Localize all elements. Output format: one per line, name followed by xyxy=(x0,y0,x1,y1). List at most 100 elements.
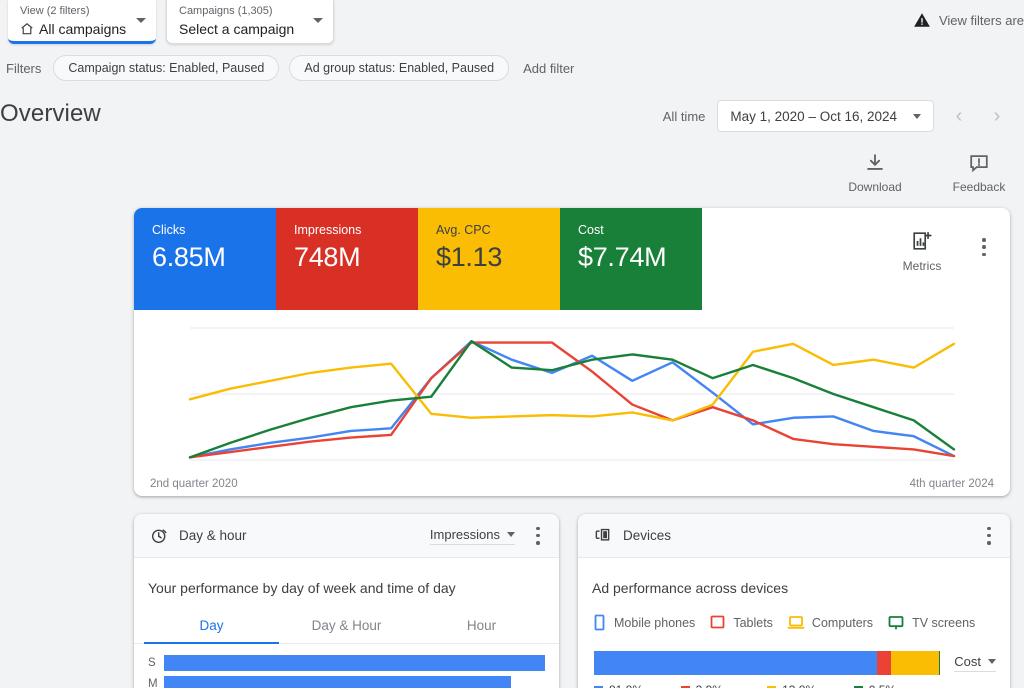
view-selector-value: All campaigns xyxy=(39,21,127,37)
day-bar-fill[interactable] xyxy=(164,676,511,688)
devices-distribution: 81.8% 3.9% 13.8% 0.5% Cost xyxy=(578,631,1010,688)
chevron-down-icon xyxy=(507,531,515,537)
next-period-button[interactable]: › xyxy=(984,103,1010,129)
filters-label: Filters xyxy=(6,60,42,76)
device-percent-label: 0.5% xyxy=(869,683,896,688)
day-and-hour-title: Day & hour xyxy=(179,528,247,543)
add-filter-button[interactable]: Add filter xyxy=(523,61,574,76)
date-range-value: May 1, 2020 – Oct 16, 2024 xyxy=(730,108,897,124)
metric-tile-name: Cost xyxy=(578,223,604,237)
campaign-selector-value: Select a campaign xyxy=(179,21,295,37)
filter-chip-ad-group-status[interactable]: Ad group status: Enabled, Paused xyxy=(289,55,510,81)
day-and-hour-tabs: Day Day & Hour Hour xyxy=(134,618,559,644)
metrics-button[interactable]: Metrics xyxy=(890,230,954,273)
metric-tile-name: Clicks xyxy=(152,223,186,237)
device-percent-item: 81.8% xyxy=(594,683,681,688)
chart-series-impressions xyxy=(188,341,956,459)
device-percent-item: 13.8% xyxy=(767,683,854,688)
devices-icon xyxy=(594,526,613,545)
campaign-selector[interactable]: Campaigns (1,305) Select a campaign xyxy=(166,0,334,44)
devices-card: Devices Ad performance across devices Mo… xyxy=(578,514,1010,688)
tab-day-hour[interactable]: Day & Hour xyxy=(279,618,414,644)
day-and-hour-card-header: Day & hour Impressions xyxy=(134,514,559,558)
device-segment[interactable] xyxy=(594,651,878,675)
day-and-hour-card: Day & hour Impressions Your performance … xyxy=(134,514,559,688)
chevron-down-icon[interactable] xyxy=(136,18,146,23)
view-selector-label: View (2 filters) xyxy=(20,5,90,17)
tab-hour[interactable]: Hour xyxy=(414,618,549,644)
mobile-phone-icon xyxy=(592,614,607,631)
chevron-down-icon[interactable] xyxy=(313,18,323,23)
device-segment[interactable] xyxy=(890,651,939,675)
device-legend-label: Mobile phones xyxy=(614,615,696,630)
page-title: Overview xyxy=(0,100,101,127)
day-hour-overflow-menu-button[interactable] xyxy=(529,526,547,546)
metrics-icon xyxy=(911,230,933,252)
previous-period-button[interactable]: ‹ xyxy=(946,103,972,129)
metric-tile-clicks[interactable]: Clicks 6.85M xyxy=(134,208,276,310)
campaign-selector-text: Campaigns (1,305) Select a campaign xyxy=(179,4,307,39)
feedback-button[interactable]: Feedback xyxy=(948,152,1010,194)
metric-tile-value: 748M xyxy=(294,242,361,272)
line-chart-svg xyxy=(188,327,956,461)
chart-series-clicks xyxy=(188,340,956,459)
day-bar-fill[interactable] xyxy=(164,655,545,671)
day-hour-metric-value: Impressions xyxy=(429,526,500,542)
date-range-controls: All time May 1, 2020 – Oct 16, 2024 ‹ › xyxy=(663,100,1010,132)
download-label: Download xyxy=(848,180,902,194)
day-bar-label: S xyxy=(148,657,156,669)
metric-tile-avg-cpc[interactable]: Avg. CPC $1.13 xyxy=(418,208,560,310)
campaign-selector-label: Campaigns (1,305) xyxy=(179,5,273,17)
day-hour-metric-selector[interactable]: Impressions xyxy=(429,526,515,545)
metric-tile-name: Avg. CPC xyxy=(436,223,491,237)
day-bar-chart: SM xyxy=(134,644,559,688)
device-percent-label: 3.9% xyxy=(696,683,723,688)
device-percent-item: 0.5% xyxy=(853,683,941,688)
tv-screen-icon xyxy=(887,614,905,631)
metric-tile-value: $7.74M xyxy=(578,242,667,272)
filter-chip-campaign-status[interactable]: Campaign status: Enabled, Paused xyxy=(53,55,280,81)
day-bar-track xyxy=(164,676,545,688)
day-bar-label: M xyxy=(148,678,158,688)
card-overflow-menu-button[interactable] xyxy=(974,236,994,258)
download-button[interactable]: Download xyxy=(844,152,906,194)
account-selector-bar: View (2 filters) All campaigns Campaigns… xyxy=(0,0,1024,44)
date-range-picker[interactable]: May 1, 2020 – Oct 16, 2024 xyxy=(717,100,934,132)
devices-overflow-menu-button[interactable] xyxy=(980,526,998,546)
chevron-down-icon xyxy=(988,659,996,664)
device-legend-label: Tablets xyxy=(733,615,773,630)
metric-tiles: Clicks 6.85M Impressions 748M Avg. CPC $1.13 C… xyxy=(134,208,702,310)
metrics-label: Metrics xyxy=(902,259,942,273)
filters-bar: Filters Campaign status: Enabled, Paused… xyxy=(0,52,1024,84)
device-legend-item: Mobile phones xyxy=(592,614,695,631)
metric-tile-value: $1.13 xyxy=(436,242,503,272)
chart-series-cost xyxy=(188,340,956,459)
all-time-label: All time xyxy=(662,108,706,124)
tablet-icon xyxy=(709,614,726,631)
clock-icon xyxy=(150,526,169,545)
device-segment[interactable] xyxy=(938,651,941,675)
page-actions: Download Feedback xyxy=(844,152,1010,194)
metric-tile-cost[interactable]: Cost $7.74M xyxy=(560,208,702,310)
view-selector[interactable]: View (2 filters) All campaigns xyxy=(8,0,156,44)
day-bar-row: S xyxy=(148,654,545,672)
metric-tile-name: Impressions xyxy=(294,223,362,237)
devices-metric-selector[interactable]: Cost xyxy=(954,654,996,672)
download-icon xyxy=(864,152,886,174)
chart-axis-labels: 2nd quarter 2020 4th quarter 2024 xyxy=(150,478,994,490)
view-selector-text: View (2 filters) All campaigns xyxy=(20,4,130,39)
device-legend-label: TV screens xyxy=(912,615,976,630)
metric-tile-value: 6.85M xyxy=(152,242,226,272)
device-segment[interactable] xyxy=(877,651,891,675)
devices-percent-legend: 81.8% 3.9% 13.8% 0.5% xyxy=(594,683,940,688)
metric-tile-impressions[interactable]: Impressions 748M xyxy=(276,208,418,310)
device-percent-label: 81.8% xyxy=(609,683,643,688)
feedback-label: Feedback xyxy=(952,180,1006,194)
view-filters-warning-text: View filters are xyxy=(938,12,1024,28)
devices-subtitle: Ad performance across devices xyxy=(592,580,789,596)
performance-overview-card: Clicks 6.85M Impressions 748M Avg. CPC $1.13 C… xyxy=(134,208,1010,496)
chevron-down-icon xyxy=(913,113,921,119)
devices-stacked-bar-wrap: 81.8% 3.9% 13.8% 0.5% xyxy=(594,651,941,688)
tab-day[interactable]: Day xyxy=(144,618,279,644)
chart-series-avg-cpc xyxy=(188,342,956,422)
